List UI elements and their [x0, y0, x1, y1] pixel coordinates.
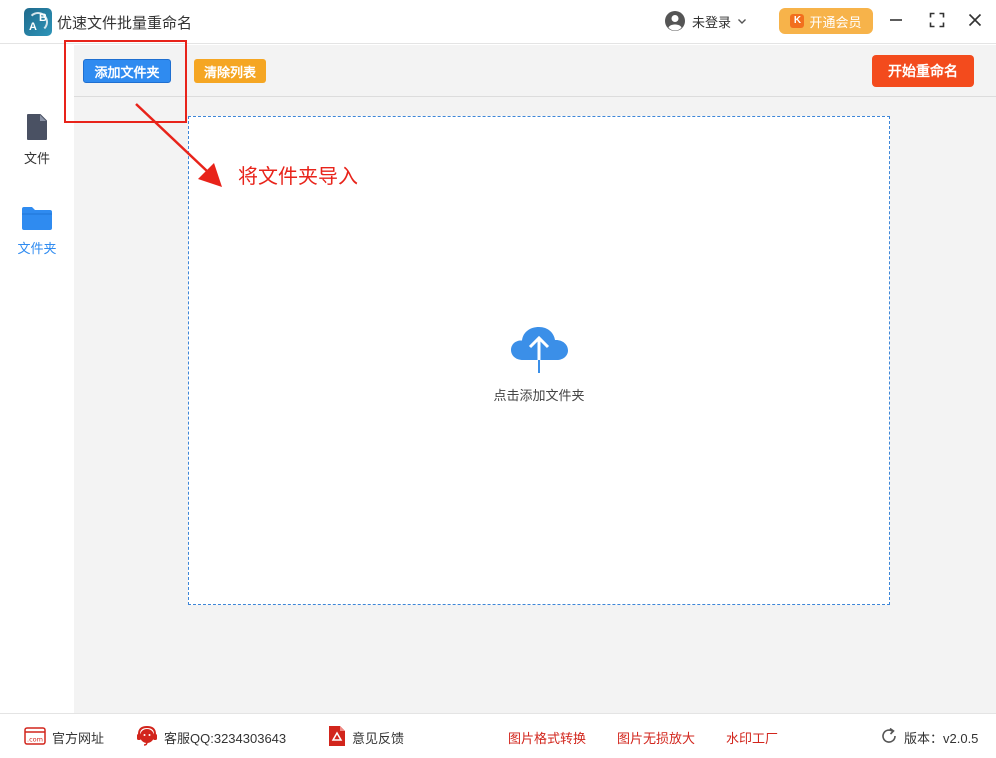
sidebar: 文件 文件夹	[0, 45, 74, 713]
toolbar: 添加文件夹 清除列表 开始重命名	[74, 45, 996, 97]
sidebar-item-file[interactable]: 文件	[0, 113, 74, 177]
customer-service-qq[interactable]: 客服QQ:3234303643	[136, 725, 287, 750]
sidebar-item-label: 文件	[23, 151, 50, 166]
annotation-text: 将文件夹导入	[238, 166, 358, 188]
clear-list-button[interactable]: 清除列表	[194, 59, 266, 83]
feedback-label: 意见反馈	[352, 730, 405, 746]
start-rename-button[interactable]: 开始重命名	[872, 55, 974, 87]
user-avatar-icon	[664, 10, 686, 32]
customer-service-label: 客服QQ:3234303643	[164, 730, 287, 746]
footer: .com 官方网址 客服QQ:3234303643 意见反馈 图片格式转换 图片…	[0, 713, 996, 758]
watermark-factory-link[interactable]: 水印工厂	[726, 726, 778, 748]
user-login-label: 未登录	[692, 14, 732, 30]
user-login-menu[interactable]: 未登录	[664, 9, 747, 33]
version-info: 版本：v2.0.5	[880, 726, 978, 748]
vip-label: 开通会员	[809, 14, 862, 30]
app-logo: A B	[24, 8, 52, 36]
drop-zone-text: 点击添加文件夹	[493, 388, 585, 403]
vip-button[interactable]: K 开通会员	[779, 8, 873, 34]
minimize-icon	[890, 19, 902, 21]
feedback-link[interactable]: 意见反馈	[328, 725, 405, 750]
app-title: 优速文件批量重命名	[57, 15, 193, 32]
website-icon: .com	[24, 726, 46, 748]
vip-icon: K	[790, 14, 805, 28]
close-button[interactable]	[965, 10, 985, 30]
maximize-button[interactable]	[927, 10, 947, 30]
logo-letter-b: B	[39, 12, 47, 24]
maximize-icon	[929, 12, 945, 28]
version-label: 版本：v2.0.5	[904, 730, 979, 746]
logo-letter-a: A	[29, 21, 37, 33]
sidebar-item-label: 文件夹	[17, 241, 57, 256]
image-format-convert-link[interactable]: 图片格式转换	[508, 726, 586, 748]
drop-zone[interactable]: 点击添加文件夹	[188, 116, 890, 605]
chevron-down-icon	[737, 16, 747, 26]
official-website-label: 官方网址	[52, 730, 105, 746]
refresh-icon[interactable]	[880, 727, 898, 748]
folder-icon	[21, 205, 53, 234]
file-icon	[26, 113, 48, 144]
cloud-upload-icon	[509, 324, 571, 377]
close-icon	[968, 13, 982, 27]
headset-icon	[136, 725, 158, 750]
title-bar: A B 优速文件批量重命名 未登录 K 开通会员	[0, 0, 996, 44]
svg-text:.com: .com	[27, 735, 43, 743]
feedback-doc-icon	[328, 725, 346, 750]
official-website-link[interactable]: .com 官方网址	[24, 726, 104, 748]
annotation-arrow-icon	[130, 100, 230, 198]
minimize-button[interactable]	[886, 10, 906, 30]
image-lossless-enlarge-link[interactable]: 图片无损放大	[617, 726, 695, 748]
sidebar-item-folder[interactable]: 文件夹	[0, 205, 74, 269]
